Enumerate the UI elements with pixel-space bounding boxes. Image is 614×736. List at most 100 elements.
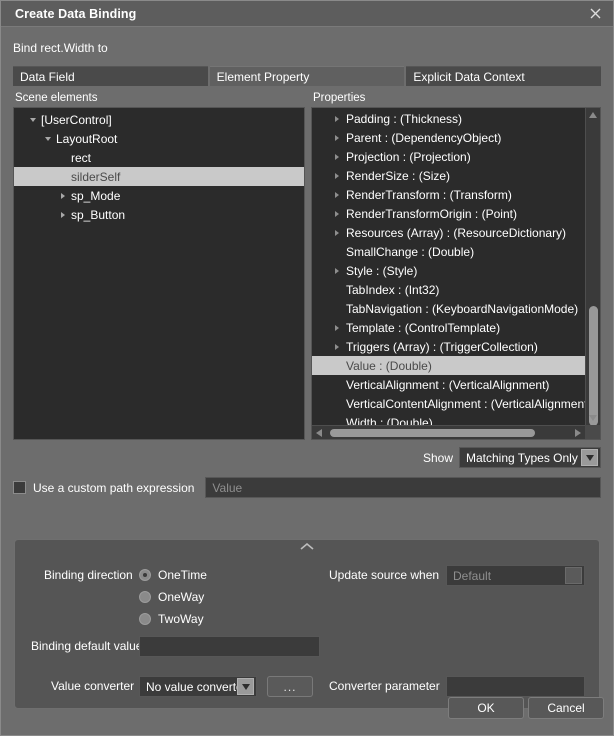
radio-onetime-indicator[interactable] (139, 569, 151, 581)
scene-elements-listbox[interactable]: [UserControl] LayoutRoot rect silderSelf… (13, 107, 305, 440)
tree-item-silderself[interactable]: silderSelf (14, 167, 304, 186)
tree-item-label: silderSelf (71, 169, 121, 184)
scene-elements-header: Scene elements (15, 92, 98, 104)
scroll-corner (585, 425, 600, 439)
radio-onetime[interactable]: OneTime (139, 568, 207, 582)
radio-twoway-indicator[interactable] (139, 613, 151, 625)
property-row-verticalalignment[interactable]: VerticalAlignment : (VerticalAlignment) (312, 375, 600, 394)
show-filter-row: Show Matching Types Only (13, 447, 601, 468)
chevron-right-icon[interactable] (330, 147, 344, 166)
radio-twoway-label: TwoWay (158, 612, 204, 626)
chevron-up-icon[interactable] (15, 543, 599, 551)
scroll-up-icon[interactable] (586, 108, 600, 122)
properties-header: Properties (313, 92, 366, 104)
tree-item-sp-mode[interactable]: sp_Mode (14, 186, 304, 205)
tree-item-label: sp_Button (71, 207, 126, 222)
scroll-left-icon[interactable] (312, 428, 326, 437)
tab-data-field[interactable]: Data Field (13, 66, 208, 86)
radio-twoway[interactable]: TwoWay (139, 612, 204, 626)
tree-item-rect[interactable]: rect (14, 148, 304, 167)
property-row-verticalcontentalignment[interactable]: VerticalContentAlignment : (VerticalAlig… (312, 394, 600, 413)
scene-elements-pane: Scene elements [UserControl] LayoutRoot … (13, 92, 305, 440)
binding-default-value-label-wrap: Binding default value (31, 639, 142, 653)
show-filter-select[interactable]: Matching Types Only (459, 447, 601, 468)
chevron-right-icon[interactable] (330, 166, 344, 185)
property-row-value[interactable]: Value : (Double) (312, 356, 600, 375)
properties-horizontal-scrollbar[interactable] (312, 425, 585, 439)
chevron-right-icon[interactable] (56, 211, 70, 219)
chevron-down-icon[interactable] (41, 135, 55, 143)
update-source-label-wrap: Update source when (329, 568, 439, 582)
chevron-down-icon[interactable] (26, 116, 40, 124)
update-source-when-value: Default (453, 568, 492, 583)
tree-item-label: rect (71, 150, 92, 165)
show-filter-value: Matching Types Only (466, 450, 578, 465)
tree-item-usercontrol[interactable]: [UserControl] (14, 110, 304, 129)
property-label: TabIndex : (Int32) (346, 282, 440, 297)
property-label: Resources (Array) : (ResourceDictionary) (346, 225, 567, 240)
property-row-rendertransformorigin[interactable]: RenderTransformOrigin : (Point) (312, 204, 600, 223)
chevron-right-icon[interactable] (330, 128, 344, 147)
properties-hscroll-track[interactable] (326, 426, 571, 439)
chevron-right-icon[interactable] (330, 318, 344, 337)
chevron-down-icon[interactable] (581, 449, 598, 466)
property-row-style[interactable]: Style : (Style) (312, 261, 600, 280)
properties-vscroll-thumb[interactable] (589, 306, 598, 426)
property-row-rendersize[interactable]: RenderSize : (Size) (312, 166, 600, 185)
tab-explicit-data-context[interactable]: Explicit Data Context (406, 66, 602, 86)
property-row-parent[interactable]: Parent : (DependencyObject) (312, 128, 600, 147)
property-row-triggers[interactable]: Triggers (Array) : (TriggerCollection) (312, 337, 600, 356)
scroll-down-icon[interactable] (586, 411, 600, 425)
property-row-smallchange[interactable]: SmallChange : (Double) (312, 242, 600, 261)
ok-button[interactable]: OK (448, 697, 524, 719)
binding-default-value-input[interactable] (139, 636, 320, 657)
property-row-padding[interactable]: Padding : (Thickness) (312, 109, 600, 128)
chevron-down-icon[interactable] (565, 567, 582, 584)
property-label: TabNavigation : (KeyboardNavigationMode) (346, 301, 579, 316)
close-icon[interactable] (577, 1, 613, 26)
update-source-when-label: Update source when (329, 568, 440, 582)
binding-direction-label: Binding direction (44, 568, 133, 582)
property-row-projection[interactable]: Projection : (Projection) (312, 147, 600, 166)
cancel-button[interactable]: Cancel (528, 697, 604, 719)
chevron-right-icon[interactable] (330, 337, 344, 356)
dialog-footer: OK Cancel (1, 681, 613, 735)
custom-path-input[interactable]: Value (205, 477, 601, 498)
property-label: RenderTransformOrigin : (Point) (346, 206, 517, 221)
radio-oneway-indicator[interactable] (139, 591, 151, 603)
properties-pane: Properties Padding : (Thickness) Parent … (311, 92, 601, 440)
chevron-right-icon[interactable] (330, 223, 344, 242)
properties-vertical-scrollbar[interactable] (585, 108, 600, 426)
chevron-right-icon[interactable] (330, 204, 344, 223)
property-row-rendertransform[interactable]: RenderTransform : (Transform) (312, 185, 600, 204)
tab-element-property[interactable]: Element Property (209, 66, 405, 86)
binding-default-value-label: Binding default value (31, 639, 143, 653)
property-row-tabindex[interactable]: TabIndex : (Int32) (312, 280, 600, 299)
property-label: RenderTransform : (Transform) (346, 187, 512, 202)
chevron-right-icon[interactable] (330, 261, 344, 280)
custom-path-row: Use a custom path expression Value (13, 477, 601, 498)
tree-item-label: LayoutRoot (56, 131, 118, 146)
radio-oneway[interactable]: OneWay (139, 590, 204, 604)
properties-listbox[interactable]: Padding : (Thickness) Parent : (Dependen… (311, 107, 601, 440)
property-label: Projection : (Projection) (346, 149, 471, 164)
radio-onetime-label: OneTime (158, 568, 207, 582)
selector-panes: Scene elements [UserControl] LayoutRoot … (13, 92, 601, 440)
chevron-right-icon[interactable] (56, 192, 70, 200)
tree-item-label: sp_Mode (71, 188, 121, 203)
radio-oneway-label: OneWay (158, 590, 205, 604)
property-row-template[interactable]: Template : (ControlTemplate) (312, 318, 600, 337)
property-label: SmallChange : (Double) (346, 244, 475, 259)
tree-item-layoutroot[interactable]: LayoutRoot (14, 129, 304, 148)
property-row-tabnavigation[interactable]: TabNavigation : (KeyboardNavigationMode) (312, 299, 600, 318)
create-data-binding-dialog: Create Data Binding Bind rect.Width to D… (0, 0, 614, 736)
property-label: Triggers (Array) : (TriggerCollection) (346, 339, 538, 354)
property-row-resources[interactable]: Resources (Array) : (ResourceDictionary) (312, 223, 600, 242)
chevron-right-icon[interactable] (330, 185, 344, 204)
chevron-right-icon[interactable] (330, 109, 344, 128)
properties-hscroll-thumb[interactable] (330, 429, 535, 437)
update-source-when-select[interactable]: Default (446, 565, 585, 586)
scroll-right-icon[interactable] (571, 428, 585, 437)
tree-item-sp-button[interactable]: sp_Button (14, 205, 304, 224)
use-custom-path-checkbox[interactable] (13, 481, 26, 494)
